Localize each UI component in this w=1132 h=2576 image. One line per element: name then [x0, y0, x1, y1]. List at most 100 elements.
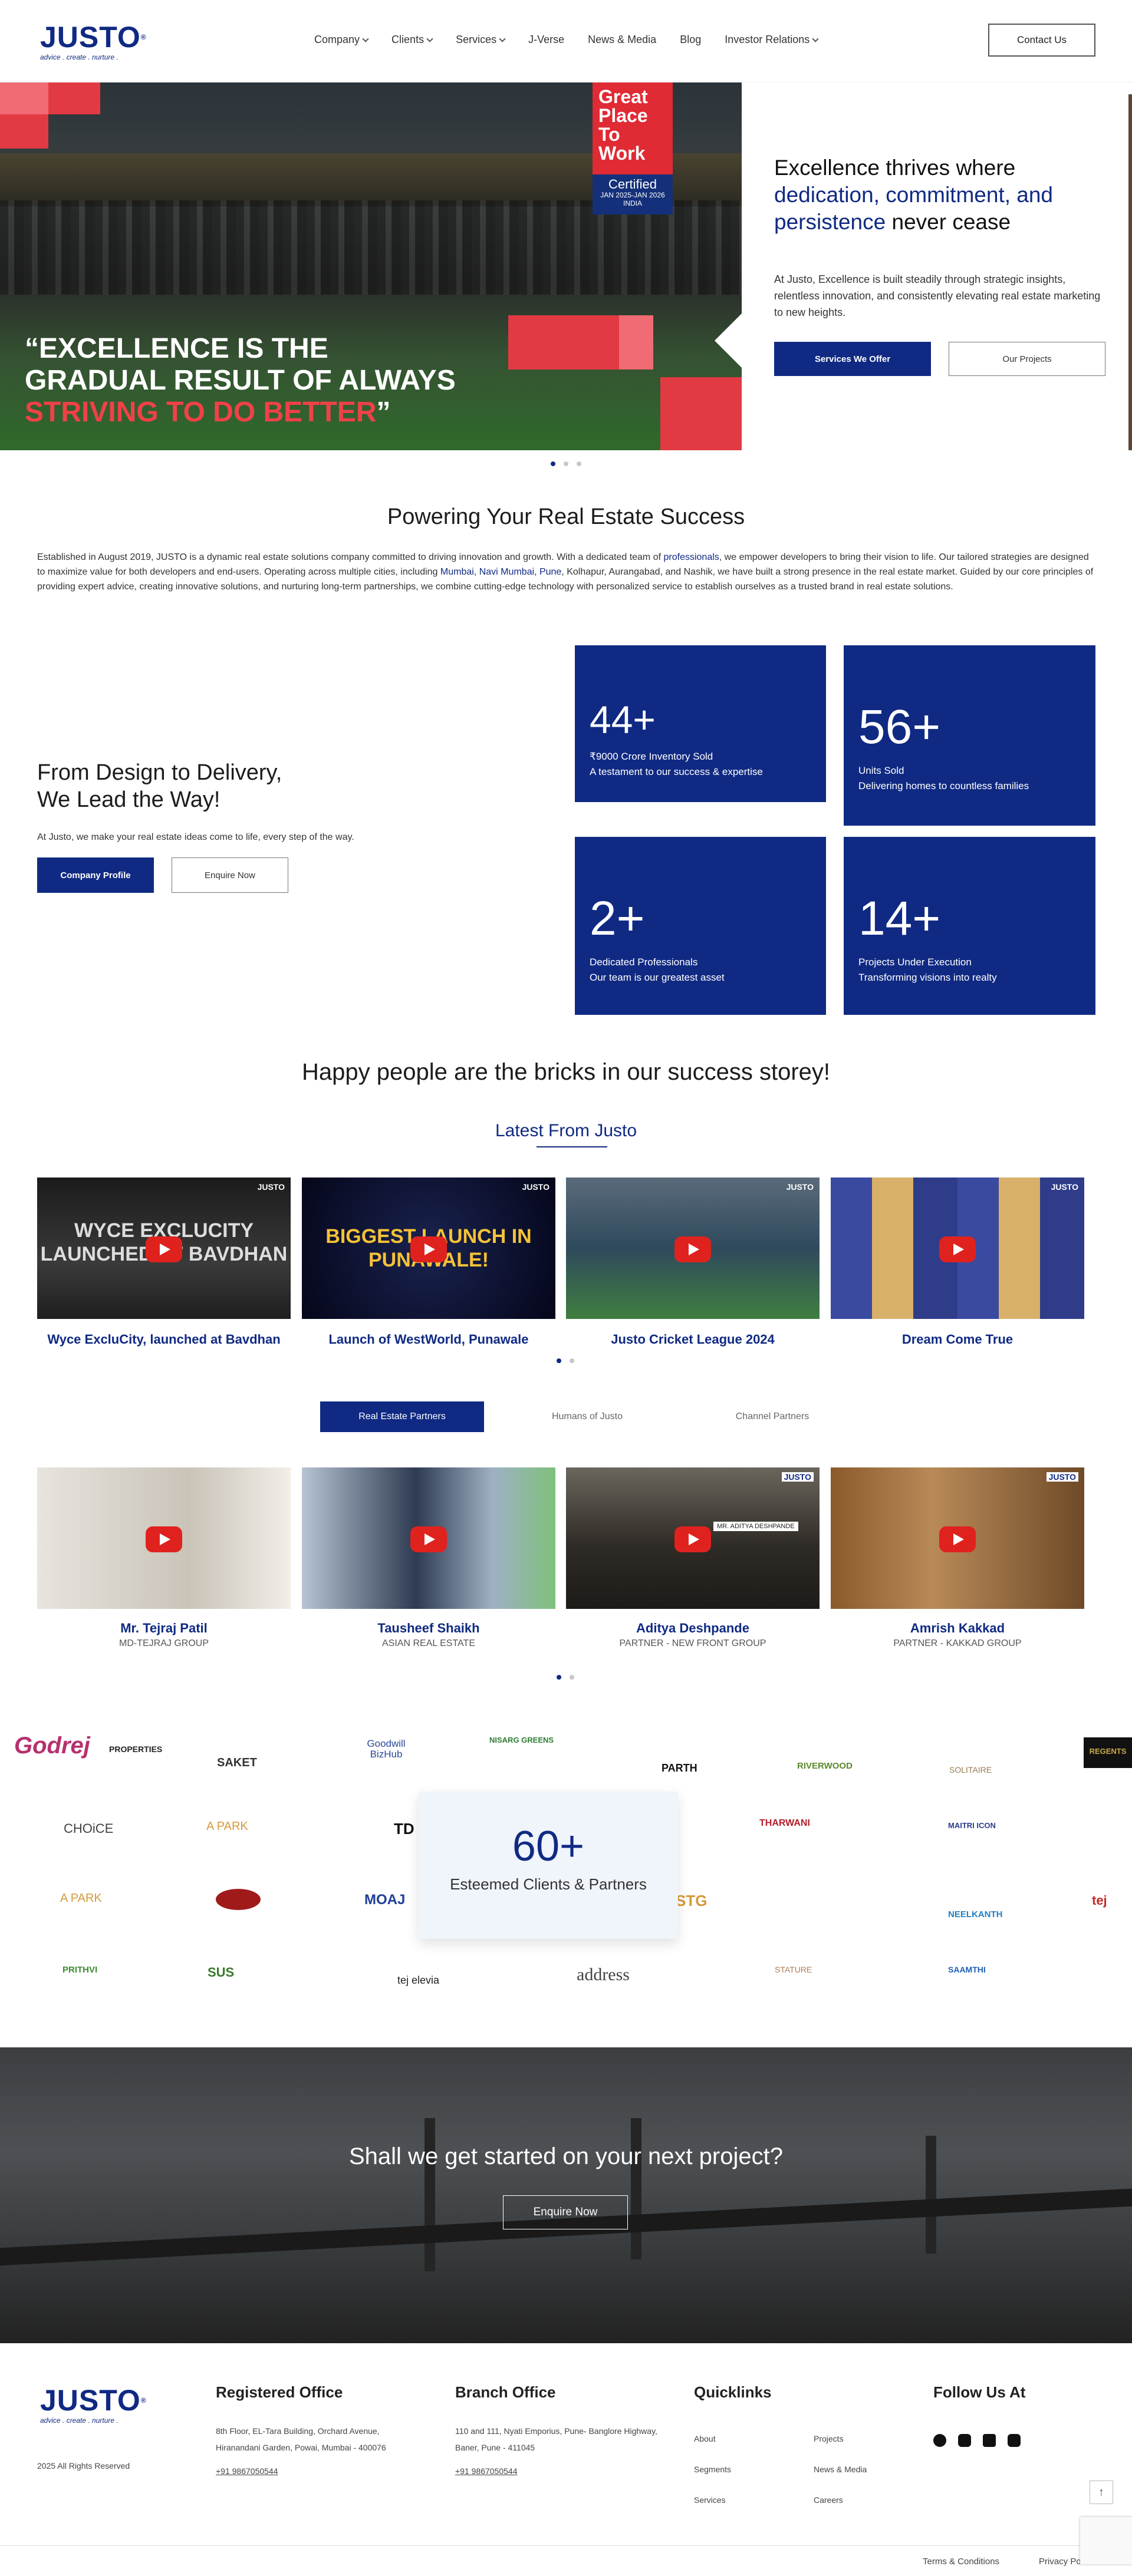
branch-office-title: Branch Office: [455, 2383, 556, 2401]
footer-link-careers[interactable]: Careers: [814, 2495, 843, 2505]
badge-dates: JAN 2025-JAN 2026: [600, 191, 665, 199]
quote-line: GRADUAL RESULT OF ALWAYS: [25, 365, 456, 396]
nav-services[interactable]: Services: [456, 34, 506, 46]
solitaire-logo: SOLITAIRE: [949, 1765, 992, 1774]
partner-video-thumbnail[interactable]: [302, 1467, 555, 1609]
hero-slider-dots[interactable]: [551, 461, 581, 466]
stat-label-2: Delivering homes to countless families: [858, 780, 1029, 791]
youtube-icon[interactable]: [1008, 2434, 1021, 2447]
nav-clients[interactable]: Clients: [391, 34, 433, 46]
video-card[interactable]: WYCE EXCLUCITY LAUNCHED AT BAVDHAN JUSTO…: [37, 1177, 291, 1347]
partner-card[interactable]: Tausheef Shaikh ASIAN REAL ESTATE: [302, 1467, 555, 1649]
professionals-link[interactable]: professionals: [664, 552, 719, 562]
badge-country: INDIA: [623, 199, 642, 207]
nav-jverse[interactable]: J-Verse: [528, 34, 564, 46]
tab-real-estate-partners[interactable]: Real Estate Partners: [320, 1401, 484, 1432]
partner-slider-dots[interactable]: [557, 1675, 574, 1680]
video-slider-dots[interactable]: [557, 1358, 574, 1363]
partner-video-thumbnail[interactable]: JUSTO: [831, 1467, 1084, 1609]
footer-link-news-media[interactable]: News & Media: [814, 2465, 867, 2474]
cta-enquire-button[interactable]: Enquire Now: [503, 2195, 628, 2229]
latest-title: Latest From Justo: [495, 1121, 637, 1140]
video-title[interactable]: Justo Cricket League 2024: [566, 1332, 820, 1347]
stat-label-1: Projects Under Execution: [858, 956, 972, 968]
youtube-play-icon[interactable]: [146, 1236, 182, 1262]
slider-dot[interactable]: [570, 1675, 574, 1680]
godrej-logo: Godrej: [14, 1733, 90, 1759]
footer-link-about[interactable]: About: [694, 2434, 716, 2443]
youtube-play-icon[interactable]: [410, 1236, 447, 1262]
terms-link[interactable]: Terms & Conditions: [923, 2557, 999, 2567]
youtube-play-icon[interactable]: [674, 1526, 711, 1552]
phone-link[interactable]: +91 9867050544: [455, 2463, 657, 2479]
youtube-play-icon[interactable]: [410, 1526, 447, 1552]
privacy-link[interactable]: Privacy Po: [1039, 2557, 1081, 2567]
nav-investor-relations[interactable]: Investor Relations: [725, 34, 819, 46]
slider-dot[interactable]: [557, 1358, 561, 1363]
facebook-icon[interactable]: [933, 2434, 946, 2447]
site-footer: JUSTO® advice . create . nurture . 2025 …: [0, 2343, 1132, 2576]
tab-humans-of-justo[interactable]: Humans of Justo: [505, 1401, 669, 1432]
video-thumbnail[interactable]: JUSTO: [566, 1177, 820, 1319]
badge-certified: Certified: [608, 177, 657, 192]
company-profile-button[interactable]: Company Profile: [37, 857, 154, 893]
linkedin-icon[interactable]: [983, 2434, 996, 2447]
counter-number: 60+: [512, 1823, 585, 1870]
partner-card[interactable]: Mr. Tejraj Patil MD-TEJRAJ GROUP: [37, 1467, 291, 1649]
slider-dot[interactable]: [557, 1675, 561, 1680]
video-title[interactable]: Launch of WestWorld, Punawale: [302, 1332, 555, 1347]
footer-link-services[interactable]: Services: [694, 2495, 726, 2505]
slider-dot[interactable]: [570, 1358, 574, 1363]
video-title[interactable]: Dream Come True: [831, 1332, 1084, 1347]
hero-heading-a: Excellence thrives where: [774, 156, 1016, 180]
scroll-to-top-icon[interactable]: ↑: [1090, 2481, 1113, 2504]
video-title[interactable]: Wyce ExcluCity, launched at Bavdhan: [37, 1332, 291, 1347]
youtube-play-icon[interactable]: [146, 1526, 182, 1552]
partner-card[interactable]: JUSTO Amrish Kakkad PARTNER - KAKKAD GRO…: [831, 1467, 1084, 1649]
slider-dot[interactable]: [551, 461, 555, 466]
video-card[interactable]: JUSTO Justo Cricket League 2024: [566, 1177, 820, 1347]
nav-blog[interactable]: Blog: [680, 34, 701, 46]
our-projects-button[interactable]: Our Projects: [949, 342, 1105, 376]
slider-dot[interactable]: [564, 461, 568, 466]
stg-logo: STG: [676, 1892, 708, 1909]
partner-video-thumbnail[interactable]: [37, 1467, 291, 1609]
address-logo: address: [577, 1965, 630, 1984]
sus-logo: SUS: [208, 1965, 235, 1980]
partner-video-thumbnail[interactable]: MR. ADITYA DESHPANDE JUSTO: [566, 1467, 820, 1609]
nav-news-media[interactable]: News & Media: [588, 34, 656, 46]
bridge-tower: [631, 2118, 641, 2260]
nav-label: Clients: [391, 34, 424, 45]
copyright: 2025 All Rights Reserved: [37, 2461, 130, 2471]
stat-number: 14+: [858, 892, 941, 945]
youtube-play-icon[interactable]: [939, 1526, 976, 1552]
youtube-play-icon[interactable]: [674, 1236, 711, 1262]
partner-card[interactable]: MR. ADITYA DESHPANDE JUSTO Aditya Deshpa…: [566, 1467, 820, 1649]
video-thumbnail[interactable]: JUSTO: [831, 1177, 1084, 1319]
footer-link-projects[interactable]: Projects: [814, 2434, 844, 2443]
cta-heading: Shall we get started on your next projec…: [349, 2143, 783, 2169]
nav-company[interactable]: Company: [314, 34, 369, 46]
youtube-play-icon[interactable]: [939, 1236, 976, 1262]
video-thumbnail[interactable]: BIGGEST LAUNCH IN PUNAWALE! JUSTO: [302, 1177, 555, 1319]
contact-us-button[interactable]: Contact Us: [988, 24, 1095, 57]
video-thumbnail[interactable]: WYCE EXCLUCITY LAUNCHED AT BAVDHAN JUSTO: [37, 1177, 291, 1319]
video-card[interactable]: BIGGEST LAUNCH IN PUNAWALE! JUSTO Launch…: [302, 1177, 555, 1347]
phone-link[interactable]: +91 9867050544: [216, 2463, 386, 2479]
registered-office-title: Registered Office: [216, 2383, 343, 2401]
partner-tabs: Real Estate Partners Humans of Justo Cha…: [320, 1401, 876, 1432]
video-card[interactable]: JUSTO Dream Come True: [831, 1177, 1084, 1347]
slider-dot[interactable]: [577, 461, 581, 466]
justo-logo[interactable]: JUSTO® advice . create . nurture .: [40, 22, 146, 61]
instagram-icon[interactable]: [958, 2434, 971, 2447]
footer-link-segments[interactable]: Segments: [694, 2465, 731, 2474]
enquire-now-button[interactable]: Enquire Now: [172, 857, 288, 893]
cities-link[interactable]: Mumbai, Navi Mumbai, Pune: [440, 567, 561, 577]
recaptcha-badge[interactable]: [1080, 2517, 1132, 2564]
follow-us-title: Follow Us At: [933, 2383, 1026, 2401]
footer-logo[interactable]: JUSTO® advice . create . nurture .: [40, 2386, 146, 2425]
tab-channel-partners[interactable]: Channel Partners: [690, 1401, 854, 1432]
stat-number: 56+: [858, 700, 941, 754]
services-we-offer-button[interactable]: Services We Offer: [774, 342, 931, 376]
maitri-icon-logo: MAITRI ICON: [948, 1821, 996, 1830]
